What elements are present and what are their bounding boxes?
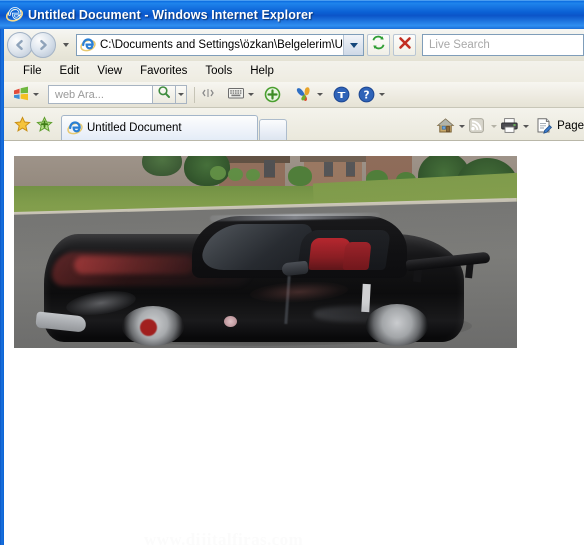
back-arrow-icon <box>8 33 32 57</box>
help-question-icon[interactable]: ? <box>358 86 376 104</box>
car-photo <box>14 156 517 348</box>
home-icon <box>436 117 456 136</box>
add-favorite-star-icon[interactable] <box>33 113 55 135</box>
chevron-down-icon <box>33 93 39 96</box>
favorites-star-icon[interactable] <box>11 113 33 135</box>
windows-live-toolbar: web Ara... ? <box>4 82 584 108</box>
menu-item-edit[interactable]: Edit <box>51 64 89 79</box>
car-hood-reflection-2 <box>74 256 194 274</box>
menu-item-help[interactable]: Help <box>241 64 283 79</box>
stop-button[interactable] <box>393 34 416 56</box>
keyboard-dropdown[interactable] <box>245 86 257 104</box>
help-dropdown[interactable] <box>376 86 388 104</box>
page-menu-label: Page <box>557 120 584 132</box>
menu-bar: File Edit View Favorites Tools Help <box>4 61 584 82</box>
forward-button[interactable] <box>30 32 56 58</box>
onscreen-keyboard-icon[interactable] <box>227 86 245 104</box>
search-input[interactable]: Live Search <box>422 34 584 56</box>
tab-untitled-document[interactable]: Untitled Document <box>61 115 258 140</box>
live-search-input[interactable]: web Ara... <box>48 85 153 104</box>
refresh-button[interactable] <box>367 34 390 56</box>
stop-x-icon <box>398 36 412 55</box>
page-content-area: www.dijitalfiras.com <box>4 140 584 545</box>
menu-item-tools[interactable]: Tools <box>196 64 241 79</box>
tab-bar-command-group: Page <box>436 112 584 140</box>
chevron-down-icon <box>317 93 323 96</box>
address-value: C:\Documents and Settings\özkan\Belgeler… <box>100 39 343 51</box>
svg-text:?: ? <box>363 89 369 101</box>
tab-label: Untitled Document <box>87 122 182 134</box>
feeds-dropdown[interactable] <box>488 116 500 136</box>
home-dropdown[interactable] <box>456 116 468 136</box>
menu-item-view[interactable]: View <box>88 64 131 79</box>
ie-page-icon <box>67 120 83 136</box>
new-tab-button[interactable] <box>259 119 287 140</box>
ie-logo-icon <box>5 6 24 23</box>
menu-item-favorites[interactable]: Favorites <box>131 64 196 79</box>
chevron-down-icon <box>459 124 466 128</box>
car-red-seat-2 <box>342 242 372 270</box>
rss-feed-icon <box>468 117 488 136</box>
print-dropdown[interactable] <box>520 116 532 136</box>
address-bar[interactable]: C:\Documents and Settings\özkan\Belgeler… <box>76 34 364 56</box>
live-logo-dropdown[interactable] <box>30 86 42 104</box>
chevron-down-icon <box>491 124 498 128</box>
ie-browser-window: Untitled Document - Windows Internet Exp… <box>0 0 584 545</box>
toolbar-separator <box>194 86 195 103</box>
printer-icon <box>500 117 520 136</box>
tab-bar: Untitled Document Page <box>4 108 584 140</box>
windows-flag-icon[interactable] <box>12 86 30 104</box>
feeds-button[interactable] <box>468 115 500 137</box>
address-dropdown-button[interactable] <box>343 35 363 55</box>
chevron-down-icon <box>379 93 385 96</box>
recent-pages-button[interactable] <box>59 35 72 55</box>
car-brake-caliper <box>140 319 157 336</box>
live-search-dropdown[interactable] <box>176 85 187 104</box>
magnifier-icon <box>157 85 171 104</box>
page-menu-icon <box>535 117 555 136</box>
car-rear-wheel <box>366 304 428 346</box>
page-menu-button[interactable]: Page <box>535 115 584 137</box>
search-placeholder: Live Search <box>429 39 490 51</box>
messenger-dropdown[interactable] <box>314 86 326 104</box>
add-plus-icon[interactable] <box>264 86 282 104</box>
window-title: Untitled Document - Windows Internet Exp… <box>28 7 313 22</box>
msn-butterfly-icon[interactable] <box>296 86 314 104</box>
car-side-mirror <box>281 260 309 277</box>
live-search-placeholder: web Ara... <box>55 88 104 101</box>
chevron-down-icon <box>349 42 358 48</box>
car-badge <box>224 316 237 327</box>
navigation-toolbar: C:\Documents and Settings\özkan\Belgeler… <box>4 29 584 61</box>
menu-item-file[interactable]: File <box>14 64 51 79</box>
chevron-down-icon <box>178 93 184 96</box>
live-search-button[interactable] <box>153 85 176 104</box>
chevron-down-icon <box>248 93 254 96</box>
chevron-down-icon <box>62 43 69 47</box>
forward-arrow-icon <box>31 33 55 57</box>
home-button[interactable] <box>436 115 468 137</box>
hotmail-icon[interactable] <box>333 86 351 104</box>
photo-watermark: www.dijitalfiras.com <box>144 530 304 545</box>
chevron-down-icon <box>523 124 530 128</box>
toolbar-grip-icon[interactable] <box>202 86 220 104</box>
print-button[interactable] <box>500 115 532 137</box>
title-bar: Untitled Document - Windows Internet Exp… <box>0 0 584 29</box>
refresh-icon <box>371 35 386 55</box>
ie-page-icon <box>80 37 96 53</box>
